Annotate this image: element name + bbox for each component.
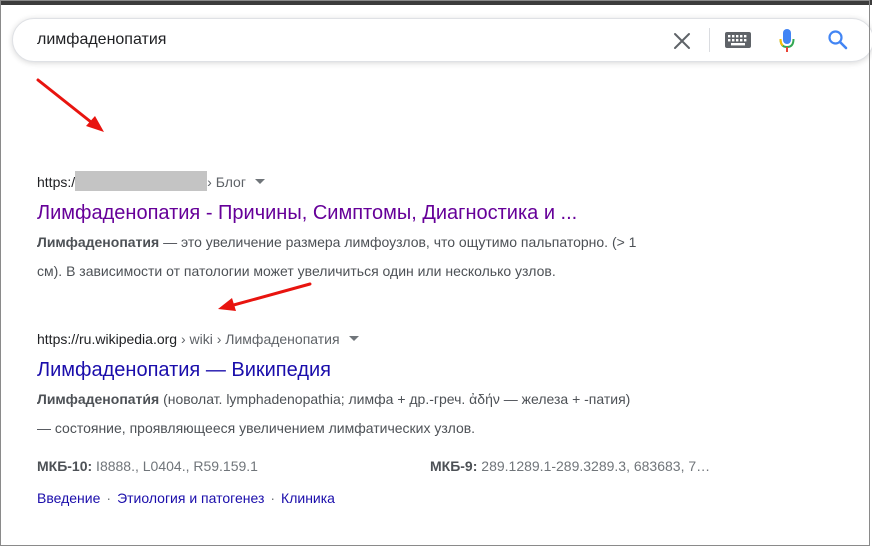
result-url[interactable]: https://ru.wikipedia.org › wiki › Лимфад…: [37, 329, 837, 349]
mkb10-code: МКБ-10: I8888., L0404., R59.159.1: [37, 458, 258, 474]
search-bar: [12, 18, 872, 62]
mkb10-value: I8888., L0404., R59.159.1: [92, 458, 258, 474]
mkb9-code: МКБ-9: 289.1289.1-289.3289.3, 683683, 7…: [430, 458, 710, 474]
snippet-text: — состояние, проявляющееся увеличением л…: [37, 420, 476, 436]
sitelink-separator: ·: [270, 490, 276, 506]
snippet-bold-term: Лимфаденопати́я: [37, 391, 160, 407]
sitelink-introduction[interactable]: Введение: [37, 490, 100, 506]
mkb9-label: МКБ-9:: [430, 458, 478, 474]
red-arrow-annotation: [36, 78, 104, 132]
result-url-breadcrumb: › wiki › Лимфаденопатия: [177, 331, 340, 347]
search-bar-divider: [709, 28, 710, 52]
caret-down-icon[interactable]: [348, 336, 359, 341]
snippet-text: (новолат. lymphadenopathia; лимфа + др.-…: [159, 391, 631, 407]
result-url-prefix: https://ru.wikipedia.org: [37, 331, 178, 347]
snippet-text: — это увеличение размера лимфоузлов, что…: [159, 234, 637, 250]
result-url-breadcrumb: › Блог: [207, 174, 246, 190]
microphone-icon[interactable]: [779, 28, 795, 54]
mkb9-value: 289.1289.1-289.3289.3, 683683, 7…: [477, 458, 711, 474]
result-title-link[interactable]: Лимфаденопатия - Причины, Симптомы, Диаг…: [37, 200, 636, 226]
sitelink-etiology[interactable]: Этиология и патогенез: [117, 490, 264, 506]
redacted-domain: [75, 171, 208, 191]
result-url-prefix: https:/: [37, 174, 76, 190]
sitelinks: Введение · Этиология и патогенез · Клиника: [37, 490, 335, 506]
snippet-text: см). В зависимости от патологии может ув…: [37, 263, 556, 279]
sitelink-separator: ·: [106, 490, 112, 506]
top-edge-bar: [0, 0, 872, 5]
result-snippet: Лимфаденопати́я (новолат. lymphadenopath…: [37, 385, 837, 443]
search-result: https://ru.wikipedia.org › wiki › Лимфад…: [37, 329, 837, 519]
search-result: https:/ › Блог Лимфаденопатия - Причины, …: [37, 171, 636, 286]
mkb10-label: МКБ-10:: [37, 458, 93, 474]
snippet-bold-term: Лимфаденопатия: [37, 234, 160, 250]
close-icon[interactable]: [671, 30, 693, 52]
red-arrow-annotation: [218, 282, 312, 311]
search-input[interactable]: [37, 27, 637, 53]
result-snippet: Лимфаденопатия — это увеличение размера …: [37, 228, 636, 286]
search-icon[interactable]: [827, 29, 849, 51]
keyboard-icon[interactable]: [725, 32, 751, 48]
caret-down-icon[interactable]: [254, 179, 265, 184]
sitelink-clinic[interactable]: Клиника: [281, 490, 335, 506]
result-title-link[interactable]: Лимфаденопатия — Википедия: [37, 357, 837, 383]
result-url[interactable]: https:/ › Блог: [37, 171, 636, 192]
